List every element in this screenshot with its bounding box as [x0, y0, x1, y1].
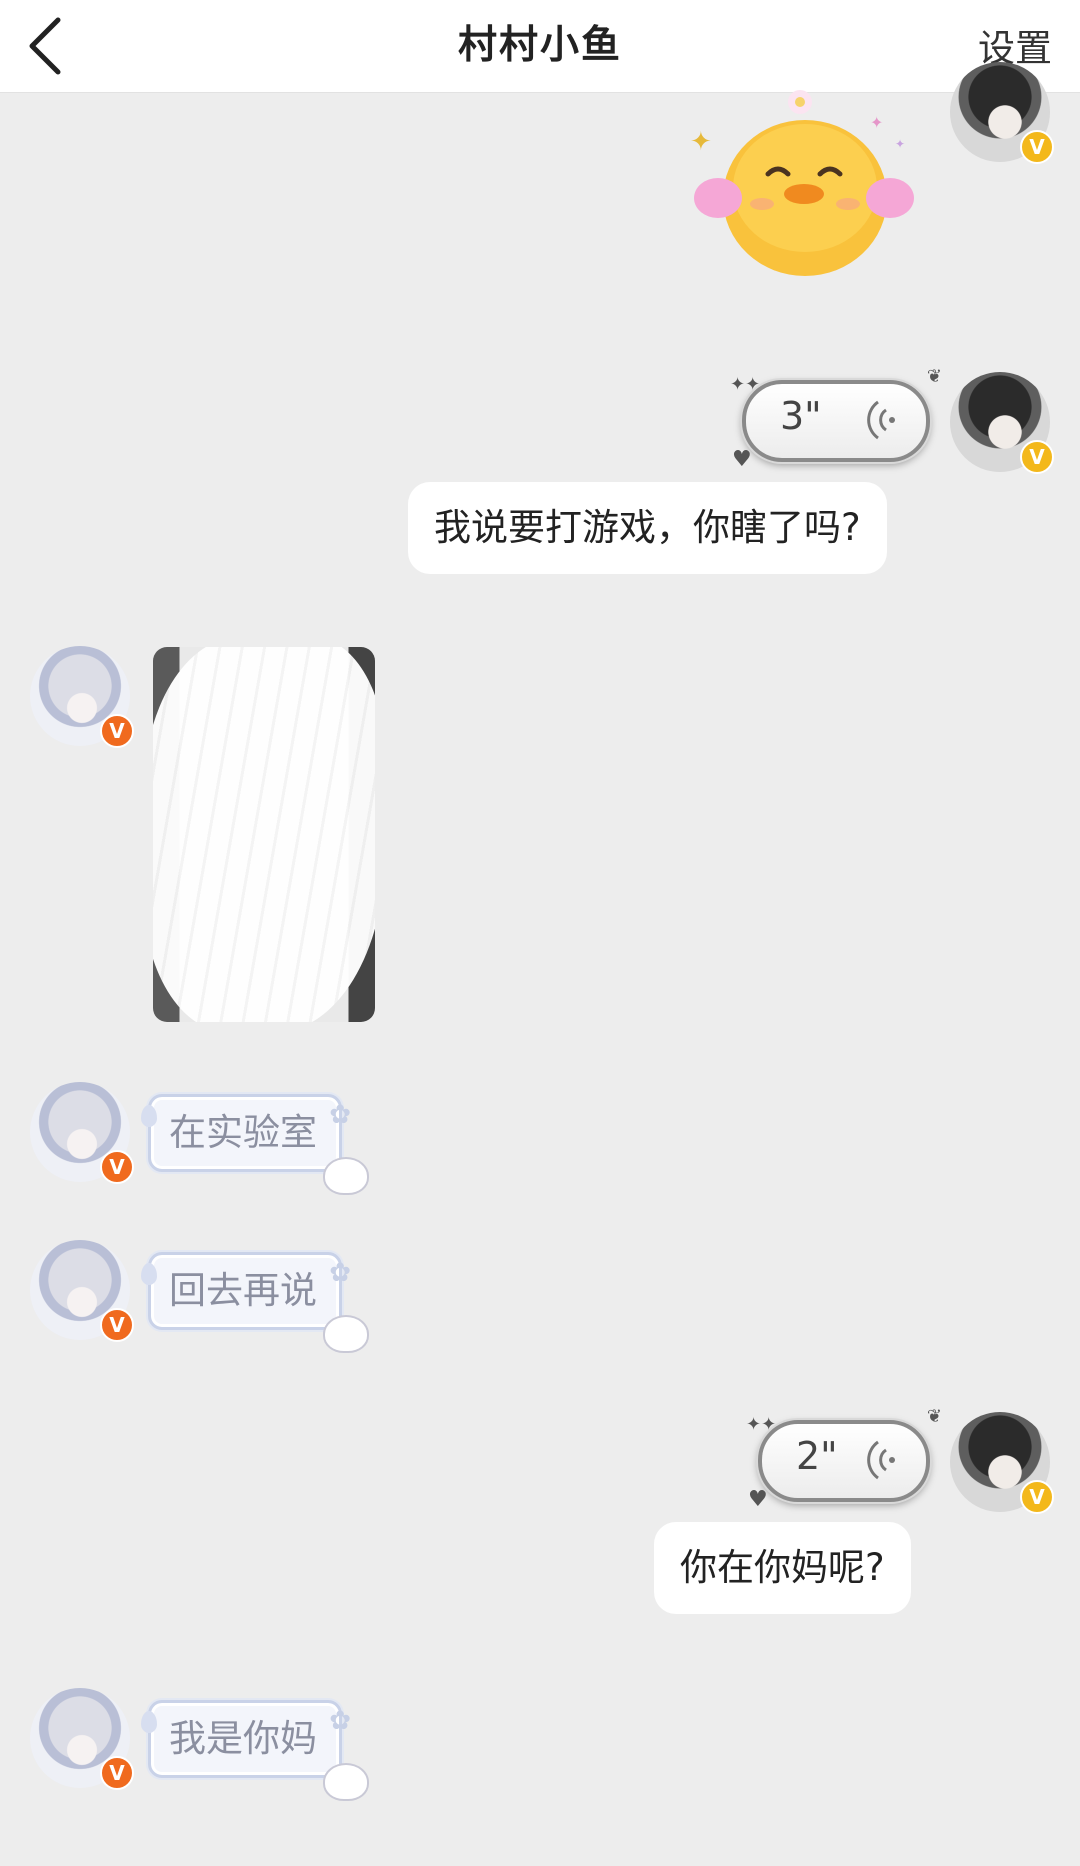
svg-text:✦: ✦	[690, 127, 712, 157]
butterfly-icon: ❦	[926, 1406, 942, 1427]
svg-text:✦: ✦	[895, 137, 905, 151]
verified-badge-icon: V	[1020, 130, 1054, 164]
contact-avatar[interactable]: V	[30, 1240, 134, 1342]
verified-badge-icon: V	[100, 714, 134, 748]
chat-title: 村村小鱼	[457, 23, 622, 68]
message-text: 在实验室	[169, 1111, 317, 1154]
yellow-duck-sticker[interactable]: ✦ ✦ ✦	[690, 88, 920, 283]
message-text: 我是你妈	[169, 1717, 317, 1760]
voice-message[interactable]: 3" ✦✦ ❦ ♥	[730, 366, 942, 472]
bunny-icon	[323, 1315, 369, 1353]
message-text: 回去再说	[169, 1269, 317, 1312]
message-bubble[interactable]: 我是你妈 ✿	[141, 1700, 369, 1801]
butterfly-icon: ❦	[926, 366, 942, 387]
scribble-overlay	[153, 647, 375, 1022]
verified-badge-icon: V	[1020, 440, 1054, 474]
message-bubble[interactable]: 回去再说 ✿	[141, 1252, 369, 1353]
top-nav-bar: 村村小鱼 设置	[0, 0, 1080, 93]
my-avatar[interactable]: V	[950, 1412, 1054, 1514]
svg-text:✦: ✦	[870, 113, 883, 132]
flower-icon: ✿	[329, 1100, 351, 1130]
flower-icon: ✿	[329, 1706, 351, 1736]
droplet-icon	[141, 1711, 157, 1733]
voice-duration: 2"	[796, 1434, 838, 1478]
droplet-icon	[141, 1263, 157, 1285]
contact-avatar[interactable]: V	[30, 646, 134, 748]
verified-badge-icon: V	[1020, 1480, 1054, 1514]
my-avatar[interactable]: V	[950, 62, 1054, 164]
sparkle-icon: ✦✦	[746, 1414, 777, 1435]
my-avatar[interactable]: V	[950, 372, 1054, 474]
sparkle-icon: ✦✦	[730, 374, 761, 395]
verified-badge-icon: V	[100, 1756, 134, 1790]
voice-message[interactable]: 2" ✦✦ ❦ ♥	[746, 1406, 942, 1512]
contact-avatar[interactable]: V	[30, 1082, 134, 1184]
voice-wave-icon	[867, 400, 895, 440]
photo-message[interactable]	[153, 647, 375, 1022]
message-bubble[interactable]: 在实验室 ✿	[141, 1094, 369, 1195]
heart-icon: ♥	[732, 447, 752, 472]
message-bubble[interactable]: 你在你妈呢?	[654, 1522, 911, 1614]
droplet-icon	[141, 1105, 157, 1127]
flower-icon: ✿	[329, 1258, 351, 1288]
heart-icon: ♥	[748, 1487, 768, 1512]
verified-badge-icon: V	[100, 1308, 134, 1342]
contact-avatar[interactable]: V	[30, 1688, 134, 1790]
bunny-icon	[323, 1763, 369, 1801]
voice-duration: 3"	[780, 394, 822, 438]
bunny-icon	[323, 1157, 369, 1195]
verified-badge-icon: V	[100, 1150, 134, 1184]
message-bubble[interactable]: 我说要打游戏，你瞎了吗?	[408, 482, 887, 574]
voice-wave-icon	[867, 1440, 895, 1480]
